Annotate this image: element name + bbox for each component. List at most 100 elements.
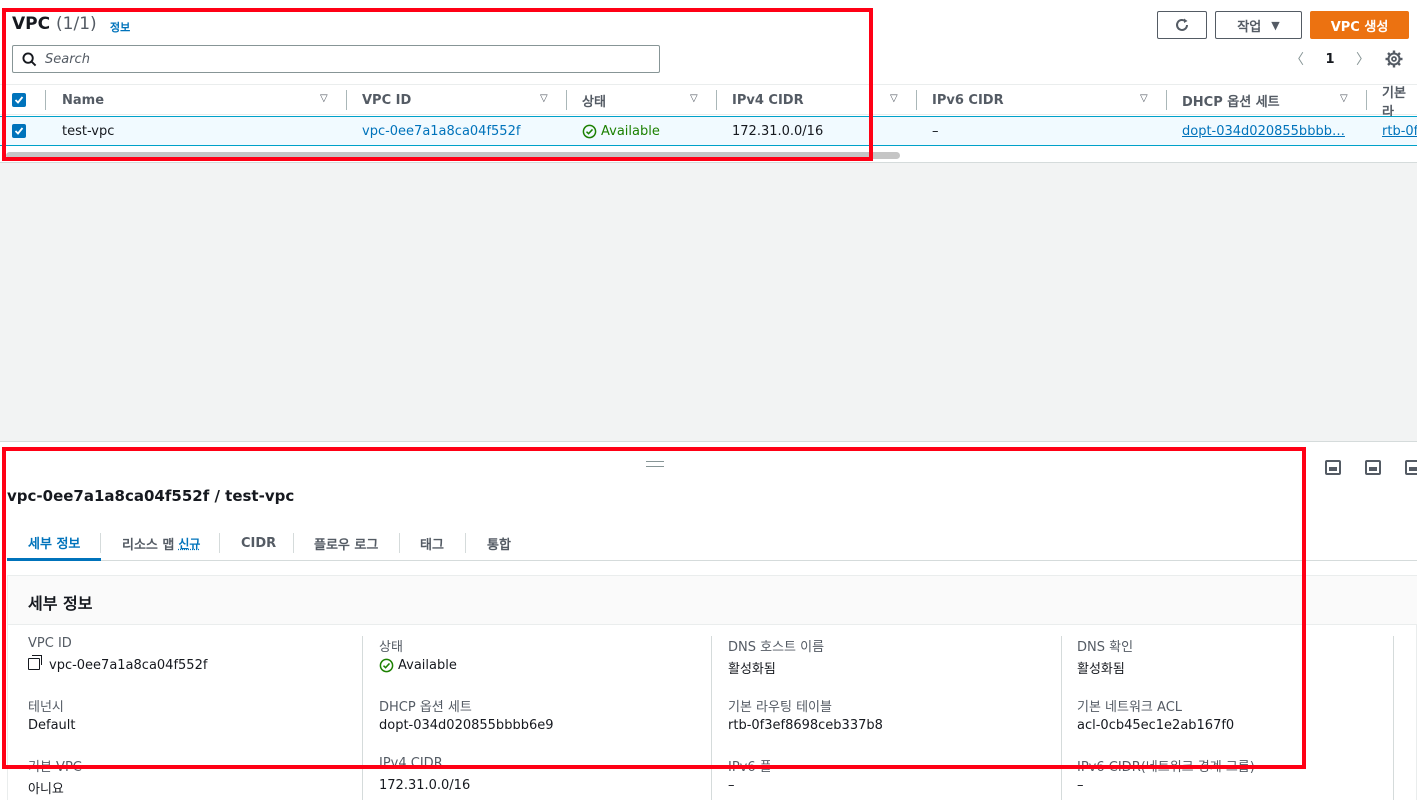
sort-icon[interactable]: ▽	[540, 93, 548, 104]
field-value: Available	[379, 658, 457, 673]
field-label: DNS 호스트 이름	[728, 640, 825, 655]
gear-icon[interactable]	[1384, 49, 1404, 69]
field-dns-resolution: DNS 확인 활성화됨	[1077, 636, 1134, 677]
field-ipv6-pool: IPv6 풀 –	[728, 756, 772, 793]
column-divider[interactable]	[916, 90, 917, 110]
panel-hide-view-icon[interactable]	[1405, 460, 1417, 475]
field-main-route-table: 기본 라우팅 테이블 rtb-0f3ef8698ceb337b8	[728, 696, 883, 733]
column-header-status[interactable]: 상태	[582, 85, 606, 116]
cell-ipv4-cidr: 172.31.0.0/16	[732, 123, 824, 139]
row-checkbox[interactable]	[12, 124, 26, 138]
field-label: DNS 확인	[1077, 640, 1134, 655]
field-tenancy: 테넌시 Default	[28, 696, 76, 733]
field-value: –	[1077, 778, 1084, 793]
tab-divider	[399, 533, 400, 553]
refresh-button[interactable]	[1157, 11, 1207, 39]
tab-integrations[interactable]: 통합	[487, 526, 511, 561]
column-divider	[362, 636, 363, 800]
field-value: 아니요	[28, 782, 64, 797]
tab-cidr[interactable]: CIDR	[241, 526, 276, 561]
dhcp-options-link[interactable]: dopt-034d020855bbbb6e9	[379, 718, 553, 733]
search-box	[12, 45, 660, 73]
field-label: IPv6 CIDR(네트워크 경계 그룹)	[1077, 760, 1255, 775]
cell-dhcp-link[interactable]: dopt-034d020855bbbb…	[1182, 117, 1345, 145]
sort-icon[interactable]: ▽	[1140, 93, 1148, 104]
field-ipv6-cidr: IPv6 CIDR(네트워크 경계 그룹) –	[1077, 756, 1255, 793]
column-divider	[1393, 636, 1394, 800]
field-main-network-acl: 기본 네트워크 ACL acl-0cb45ec1e2ab167f0	[1077, 696, 1234, 733]
select-all-checkbox[interactable]	[12, 93, 26, 107]
check-icon	[14, 96, 24, 104]
network-acl-link[interactable]: acl-0cb45ec1e2ab167f0	[1077, 718, 1234, 733]
tab-tags[interactable]: 태그	[420, 526, 444, 561]
cell-vpc-id-link[interactable]: vpc-0ee7a1a8ca04f552f	[362, 117, 520, 145]
status-text: Available	[601, 123, 660, 139]
actions-dropdown-button[interactable]: 작업 ▼	[1215, 11, 1302, 39]
column-divider[interactable]	[1366, 90, 1367, 110]
column-header-ipv4-cidr[interactable]: IPv4 CIDR	[732, 85, 804, 116]
next-page-icon[interactable]: 〉	[1356, 49, 1370, 69]
tab-divider	[100, 533, 101, 553]
tab-divider	[465, 533, 466, 553]
caret-down-icon: ▼	[1271, 18, 1280, 32]
tab-details[interactable]: 세부 정보	[7, 526, 102, 561]
resource-count: (1/1)	[56, 14, 97, 34]
prev-page-icon[interactable]: 〈	[1290, 49, 1304, 69]
sort-icon[interactable]: ▽	[690, 93, 698, 104]
page-number[interactable]: 1	[1325, 52, 1334, 67]
details-split-panel: vpc-0ee7a1a8ca04f552f / test-vpc 세부 정보 리…	[0, 441, 1417, 800]
refresh-icon	[1176, 18, 1188, 31]
new-badge: 신규	[178, 537, 201, 551]
panel-title: vpc-0ee7a1a8ca04f552f / test-vpc	[7, 487, 295, 505]
column-header-main-route-table[interactable]: 기본 라	[1382, 85, 1417, 120]
create-vpc-button[interactable]: VPC 생성	[1310, 11, 1409, 39]
column-divider[interactable]	[566, 90, 567, 110]
cell-route-table-link[interactable]: rtb-0f	[1382, 117, 1417, 145]
search-input[interactable]	[45, 51, 635, 67]
field-label: IPv6 풀	[728, 760, 772, 775]
column-header-ipv6-cidr[interactable]: IPv6 CIDR	[932, 85, 1004, 116]
field-label: 기본 VPC	[28, 760, 82, 775]
field-label: VPC ID	[28, 636, 72, 651]
column-header-dhcp[interactable]: DHCP 옵션 세트	[1182, 85, 1280, 116]
field-label: IPv4 CIDR	[379, 756, 443, 771]
panel-side-view-icon[interactable]	[1365, 460, 1381, 475]
column-divider[interactable]	[346, 90, 347, 110]
column-divider[interactable]	[1166, 90, 1167, 110]
check-icon	[14, 127, 24, 135]
pagination: 〈 1 〉	[1290, 48, 1370, 70]
field-label: 기본 네트워크 ACL	[1077, 700, 1183, 715]
tab-divider	[219, 533, 220, 553]
copy-icon[interactable]	[28, 655, 42, 670]
field-vpc-id: VPC ID vpc-0ee7a1a8ca04f552f	[28, 636, 207, 673]
horizontal-scrollbar[interactable]	[6, 152, 900, 159]
sort-icon[interactable]: ▽	[890, 93, 898, 104]
vpc-list-panel: VPC (1/1) 정보 작업 ▼ VPC 생성 〈 1 〉 Name ▽	[0, 0, 1417, 163]
tab-flow-logs[interactable]: 플로우 로그	[314, 526, 378, 561]
route-table-link[interactable]: rtb-0f3ef8698ceb337b8	[728, 718, 883, 733]
panel-bottom-view-icon[interactable]	[1325, 460, 1341, 475]
table-row[interactable]: test-vpc vpc-0ee7a1a8ca04f552f Available…	[0, 116, 1417, 146]
field-value: 활성화됨	[1077, 662, 1125, 677]
field-label: 테넌시	[28, 700, 64, 715]
field-state: 상태 Available	[379, 636, 457, 673]
actions-label: 작업	[1237, 19, 1262, 35]
column-divider	[711, 636, 712, 800]
cell-name: test-vpc	[62, 123, 115, 139]
field-value: vpc-0ee7a1a8ca04f552f	[28, 655, 207, 673]
sort-icon[interactable]: ▽	[320, 93, 328, 104]
column-header-vpc-id[interactable]: VPC ID	[362, 85, 411, 116]
info-link[interactable]: 정보	[110, 19, 130, 35]
field-ipv4-cidr: IPv4 CIDR 172.31.0.0/16	[379, 756, 470, 793]
column-divider[interactable]	[716, 90, 717, 110]
details-card: 세부 정보 VPC ID vpc-0ee7a1a8ca04f552f 테넌시 D…	[7, 575, 1417, 800]
tab-divider	[293, 533, 294, 553]
drag-handle-icon[interactable]	[646, 461, 664, 467]
field-default-vpc: 기본 VPC 아니요	[28, 756, 82, 797]
field-value: –	[728, 778, 735, 793]
tab-resource-map[interactable]: 리소스 맵 신규	[122, 526, 200, 561]
column-header-name[interactable]: Name	[62, 85, 104, 116]
field-value: 172.31.0.0/16	[379, 778, 471, 793]
sort-icon[interactable]: ▽	[1340, 93, 1348, 104]
field-dhcp-options: DHCP 옵션 세트 dopt-034d020855bbbb6e9	[379, 696, 553, 733]
